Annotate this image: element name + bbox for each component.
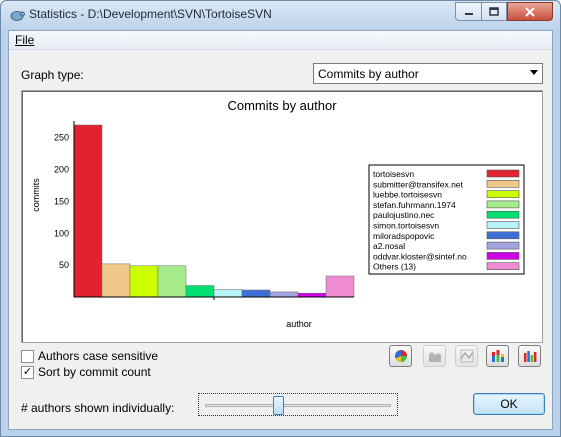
ok-button[interactable]: OK <box>473 393 545 415</box>
sort-by-count-label: Sort by commit count <box>38 365 151 379</box>
graph-type-value: Commits by author <box>318 67 419 81</box>
x-axis-label: author <box>286 319 312 329</box>
authors-shown-slider[interactable] <box>198 393 398 416</box>
bar <box>185 285 215 298</box>
bar <box>241 289 271 298</box>
slider-track[interactable] <box>205 404 391 407</box>
legend-label: a2.nosal <box>373 241 405 251</box>
line-chart-icon <box>459 349 474 363</box>
minimize-button[interactable] <box>455 2 482 21</box>
legend-swatch <box>486 262 520 270</box>
chart-panel: Commits by author commits 50 100 150 200 250 au… <box>21 90 543 343</box>
y-tick-label: 50 <box>59 260 69 270</box>
stacked-bar-button[interactable] <box>486 345 509 367</box>
legend-label: miloradspopovic <box>373 231 435 241</box>
area-chart-button[interactable] <box>423 345 446 367</box>
pie-chart-icon <box>394 350 407 363</box>
close-button[interactable] <box>507 2 553 21</box>
legend-label: submitter@transifex.net <box>373 179 464 189</box>
bar-chart-icon <box>523 351 536 362</box>
bar <box>269 291 299 298</box>
pie-chart-button[interactable] <box>389 345 412 367</box>
maximize-icon <box>489 7 499 16</box>
case-sensitive-label: Authors case sensitive <box>38 349 159 363</box>
y-tick-label: 100 <box>54 228 69 238</box>
bar <box>213 289 243 298</box>
maximize-button[interactable] <box>481 2 507 21</box>
authors-shown-label: # authors shown individually: <box>21 401 175 415</box>
menu-bar: File <box>9 31 552 50</box>
case-sensitive-option[interactable]: Authors case sensitive <box>21 349 158 363</box>
close-icon <box>525 6 535 17</box>
legend-swatch <box>486 200 520 209</box>
legend-label: stefan.fuhrmann.1974 <box>373 200 456 210</box>
legend-label: Others (13) <box>373 262 416 272</box>
menu-file[interactable]: File <box>15 33 34 47</box>
title-bar[interactable]: Statistics - D:\Development\SVN\Tortoise… <box>1 1 560 29</box>
legend-label: oddvar.kloster@sintef.no <box>373 251 467 261</box>
bar <box>157 265 187 298</box>
chevron-down-icon[interactable] <box>530 70 538 75</box>
statistics-window: Statistics - D:\Development\SVN\Tortoise… <box>0 0 561 437</box>
dialog-client-area: File Graph type: Commits by author Commi… <box>8 30 553 430</box>
minimize-icon <box>464 12 473 15</box>
y-tick-label: 250 <box>54 133 69 143</box>
window-title: Statistics - D:\Development\SVN\Tortoise… <box>29 7 272 21</box>
legend-label: luebbe.tortoisesvn <box>373 190 442 200</box>
legend-swatch <box>486 190 520 198</box>
commits-chart: Commits by author commits 50 100 150 200 250 au… <box>31 98 525 329</box>
bar <box>73 124 103 298</box>
legend-swatch <box>486 241 520 250</box>
sort-option[interactable]: ✓ Sort by commit count <box>21 365 151 379</box>
legend-label: tortoisesvn <box>373 169 414 179</box>
chart-title: Commits by author <box>227 98 337 113</box>
tortoise-app-icon <box>10 11 25 21</box>
legend-swatch <box>486 210 520 219</box>
bar <box>297 292 327 298</box>
line-chart-button[interactable] <box>455 345 478 367</box>
legend-swatch <box>486 221 520 229</box>
slider-thumb[interactable] <box>272 396 284 415</box>
legend-swatch <box>486 169 520 178</box>
stacked-bar-icon <box>491 350 504 362</box>
legend-swatch <box>486 231 520 240</box>
ok-label: OK <box>500 397 518 411</box>
area-chart-icon <box>428 352 441 362</box>
legend-label: simon.tortoisesvn <box>373 221 439 231</box>
y-axis-label: commits <box>31 178 41 212</box>
bar <box>129 265 159 298</box>
sort-by-count-checkbox[interactable]: ✓ <box>21 365 34 379</box>
y-tick-label: 150 <box>54 196 69 206</box>
case-sensitive-checkbox[interactable] <box>21 349 34 363</box>
graph-type-select[interactable]: Commits by author <box>313 63 543 84</box>
legend-swatch <box>486 180 520 188</box>
legend-label: paulojustino.nec <box>373 210 435 220</box>
y-tick-label: 200 <box>54 165 69 175</box>
graph-type-label: Graph type: <box>21 68 84 82</box>
bar <box>101 263 131 298</box>
bar-chart-button[interactable] <box>518 345 541 367</box>
legend-swatch <box>486 252 520 260</box>
bar <box>325 275 355 298</box>
